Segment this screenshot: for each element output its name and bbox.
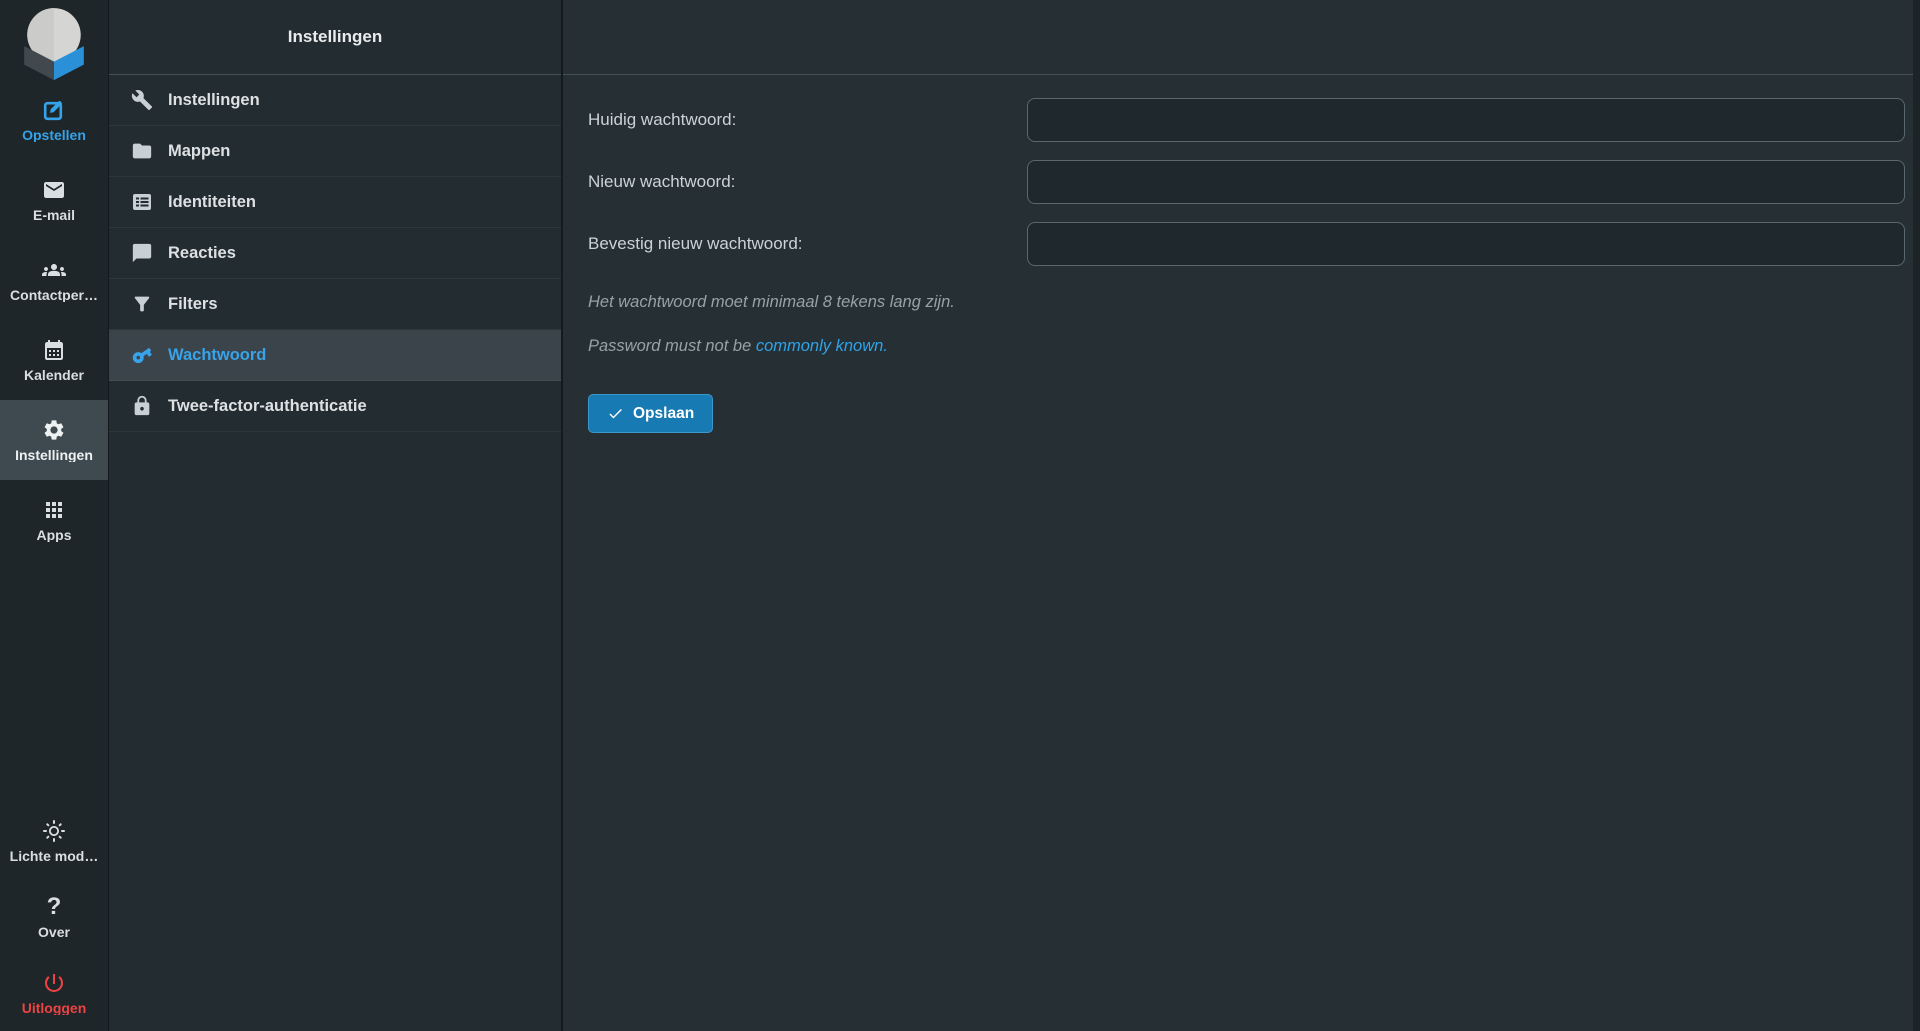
new-password-input[interactable] (1027, 160, 1905, 204)
settings-item-label: Identiteiten (168, 193, 256, 212)
sidebar-item-label: Instellingen (15, 448, 93, 462)
settings-item-label: Instellingen (168, 91, 260, 110)
gear-icon (42, 418, 66, 442)
logo-icon (18, 4, 90, 80)
key-icon (131, 344, 153, 366)
roundcube-logo[interactable] (18, 4, 90, 76)
sidebar-item-light-mode[interactable]: Lichte mod… (0, 803, 108, 879)
save-button[interactable]: Opslaan (588, 394, 713, 433)
current-password-input[interactable] (1027, 98, 1905, 142)
apps-grid-icon (42, 498, 66, 522)
sidebar-item-settings[interactable]: Instellingen (0, 400, 108, 480)
question-icon: ? (47, 895, 62, 919)
sidebar-bottom-group: Lichte mod… ? Over Uitloggen (0, 803, 108, 1031)
current-password-label: Huidig wachtwoord: (588, 98, 1018, 142)
sidebar-item-contacts[interactable]: Contactper… (0, 240, 108, 320)
check-icon (607, 405, 624, 422)
folder-icon (131, 140, 153, 162)
settings-panel-header: Instellingen (109, 0, 561, 75)
save-button-label: Opslaan (633, 405, 694, 423)
sidebar-item-logout[interactable]: Uitloggen (0, 955, 108, 1031)
sidebar-item-label: Lichte mod… (10, 849, 99, 863)
filter-funnel-icon (131, 293, 153, 315)
settings-item-label: Mappen (168, 142, 230, 161)
settings-item-preferences[interactable]: Instellingen (109, 75, 561, 126)
sidebar-item-label: E-mail (33, 208, 75, 222)
sidebar-item-label: Uitloggen (22, 1001, 87, 1015)
settings-item-label: Reacties (168, 244, 236, 263)
settings-item-two-factor[interactable]: Twee-factor-authenticatie (109, 381, 561, 432)
sidebar-item-label: Kalender (24, 368, 84, 382)
confirm-password-label: Bevestig nieuw wachtwoord: (588, 222, 1018, 266)
sidebar-item-label: Opstellen (22, 128, 86, 142)
sidebar-item-label: Apps (37, 528, 72, 542)
webmail-app: Opstellen E-mail Contactper… Kalender In (0, 0, 1920, 1031)
taskbar: Opstellen E-mail Contactper… Kalender In (0, 0, 108, 1031)
settings-item-label: Filters (168, 295, 218, 314)
identity-card-icon (131, 191, 153, 213)
password-settings-content: Huidig wachtwoord: Nieuw wachtwoord: Bev… (563, 0, 1920, 1031)
settings-item-identities[interactable]: Identiteiten (109, 177, 561, 228)
password-known-hint: Password must not be commonly known. (588, 337, 888, 356)
settings-item-label: Twee-factor-authenticatie (168, 397, 367, 416)
contacts-icon (42, 258, 66, 282)
settings-item-responses[interactable]: Reacties (109, 228, 561, 279)
mail-icon (42, 178, 66, 202)
settings-item-password[interactable]: Wachtwoord (109, 330, 561, 381)
settings-item-folders[interactable]: Mappen (109, 126, 561, 177)
sidebar-item-calendar[interactable]: Kalender (0, 320, 108, 400)
settings-panel-title: Instellingen (288, 27, 382, 47)
confirm-password-input[interactable] (1027, 222, 1905, 266)
wrench-icon (131, 89, 153, 111)
sidebar-spacer (0, 560, 108, 803)
power-icon (42, 971, 66, 995)
settings-panel: Instellingen Instellingen Mappen (108, 0, 563, 1031)
new-password-label: Nieuw wachtwoord: (588, 160, 1018, 204)
scrollbar-gutter[interactable] (1913, 0, 1920, 1031)
sun-icon (42, 819, 66, 843)
hint-prefix: Password must not be (588, 337, 756, 355)
sidebar-item-compose[interactable]: Opstellen (0, 80, 108, 160)
calendar-icon (42, 338, 66, 362)
lock-icon (131, 395, 153, 417)
content-header (563, 0, 1920, 75)
sidebar-item-label: Contactper… (10, 288, 98, 302)
sidebar-item-label: Over (38, 925, 70, 939)
settings-item-filters[interactable]: Filters (109, 279, 561, 330)
settings-item-label: Wachtwoord (168, 346, 266, 365)
sidebar-item-about[interactable]: ? Over (0, 879, 108, 955)
comment-icon (131, 242, 153, 264)
sidebar-item-apps[interactable]: Apps (0, 480, 108, 560)
commonly-known-link[interactable]: commonly known. (756, 337, 888, 355)
compose-icon (42, 98, 66, 122)
password-length-hint: Het wachtwoord moet minimaal 8 tekens la… (588, 293, 955, 312)
sidebar-item-mail[interactable]: E-mail (0, 160, 108, 240)
